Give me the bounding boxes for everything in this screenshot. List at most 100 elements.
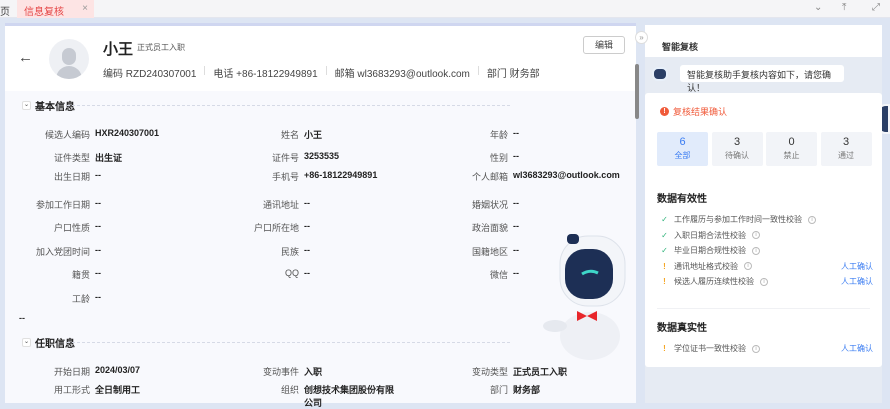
check-label: 入职日期合法性校验 [674,230,746,240]
divider [67,342,510,343]
field-label: 变动类型 [471,367,508,377]
field-label: 证件号 [271,153,299,163]
info-icon[interactable]: i [752,246,760,255]
phone: 电话 +86-18122949891 [213,69,318,80]
check-item: ! 学位证书一致性校验 i 人工确认 [661,343,873,354]
trailing-value: -- [19,313,25,323]
check-icon: ✓ [661,215,668,224]
stat-count: 0 [788,136,795,148]
check-item: ! 候选人履历连续性校验 i 人工确认 [661,276,873,287]
close-icon[interactable]: × [82,3,88,14]
check-icon: ✓ [661,230,668,240]
scrollbar[interactable] [635,64,639,119]
divider [67,105,510,106]
field-label: 加入党团时间 [35,247,90,257]
warning-icon: ! [663,277,666,286]
field-label: 用工形式 [53,385,90,395]
stat-label: 禁止 [783,151,800,160]
field-value: -- [304,268,310,278]
review-card: ! 复核结果确认 6 全部 3 待确认 0 禁止 3 通过 数据有效性 ✓ 工作履历与参加工作时间… [645,93,882,367]
stat-filter-1[interactable]: 3 待确认 [711,132,763,166]
tab-label: 信息复核 [24,7,64,18]
validity-title: 数据有效性 [657,194,707,205]
department: 部门 财务部 [486,69,540,80]
check-label: 工作履历与参加工作时间一致性校验 [674,215,802,224]
check-item: ! 通讯地址格式校验 i 人工确认 [661,261,873,272]
field-value: 正式员工入职 [513,367,568,377]
field-label: 国籍地区 [471,247,508,257]
stat-label: 通过 [838,151,854,160]
field-label: 政治面貌 [471,223,508,233]
field-value: 全日制用工 [95,385,141,395]
stat-filter-2[interactable]: 0 禁止 [766,132,817,166]
stat-filter-0[interactable]: 6 全部 [657,132,708,166]
info-icon[interactable]: i [744,262,752,270]
manual-confirm-link[interactable]: 人工确认 [841,261,873,272]
info-icon[interactable]: i [752,344,760,353]
divider [657,308,870,309]
field-value: -- [513,151,519,161]
info-icon[interactable]: i [808,215,816,224]
manual-confirm-link[interactable]: 人工确认 [841,276,873,287]
tab-home[interactable]: 页 [0,3,10,18]
stat-count: 3 [842,136,850,148]
robot-mascot-icon [543,234,626,360]
field-value: -- [513,198,519,208]
smart-review-panel: 智能复核 » 智能复核助手复核内容如下，请您确认！ ! 复核结果确认 6 全部 3 待确… [635,25,882,403]
check-item: ✓ 入职日期合法性校验 i [661,230,873,241]
check-item: ✓ 毕业日期合规性校验 i [661,245,873,256]
field-value: 财务部 [513,385,541,395]
field-value: -- [95,198,101,208]
field-value: +86-18122949891 [304,170,378,180]
manual-confirm-link[interactable]: 人工确认 [841,343,873,354]
field-value: -- [304,198,310,208]
field-value: -- [304,245,310,255]
review-alert: ! 复核结果确认 [660,105,727,118]
field-label: 出生日期 [53,172,90,182]
field-label: 个人邮箱 [471,172,508,182]
review-header: 智能复核 [645,25,882,57]
field-value: 入职 [304,367,323,377]
employee-type: 正式员工入职 [137,43,185,52]
fullscreen-icon[interactable]: ⤢ [872,2,880,13]
alert-text: 复核结果确认 [673,107,728,117]
authenticity-title: 数据真实性 [657,323,707,334]
check-item: ✓ 工作履历与参加工作时间一致性校验 i [661,214,873,225]
field-label: 民族 [280,247,299,257]
field-value: 2024/03/07 [95,365,141,375]
back-arrow-icon[interactable]: ← [18,49,33,66]
field-value: -- [95,292,101,302]
field-value: HXR240307001 [95,128,160,138]
field-label: 部门 [489,385,508,395]
upload-icon[interactable]: ⤒ [842,2,846,13]
field-value: -- [304,221,310,231]
warning-icon: ! [663,261,666,271]
stat-filter-3[interactable]: 3 通过 [820,132,872,166]
code: 编码 RZD240307001 [103,69,197,80]
chevron-down-icon: ⌄ [22,101,31,110]
profile-header: ← 小王 正式员工入职 编码 RZD240307001 电话 +86-18122… [5,26,636,91]
stat-label: 待确认 [725,151,749,160]
info-icon[interactable]: i [760,277,768,286]
info-icon[interactable]: i [752,231,760,239]
field-value: -- [95,170,101,180]
chevron-down-icon[interactable]: ⌄ [814,2,822,13]
field-label: 工龄 [71,294,90,304]
check-label: 学位证书一致性校验 [674,344,746,353]
tab-bar: 页 信息复核 × ⌄ ⤒ ⤢ [0,0,890,18]
field-value: -- [95,268,101,278]
tab-info-review[interactable]: 信息复核 × [17,0,94,18]
field-value: -- [513,221,519,231]
collapse-icon[interactable]: » [635,31,648,44]
avatar [49,39,89,79]
field-label: QQ [284,268,299,278]
profile-meta: 编码 RZD240307001 电话 +86-18122949891 邮箱 wl… [103,65,540,80]
field-label: 开始日期 [53,367,90,377]
field-label: 证件类型 [53,153,90,163]
field-label: 户口性质 [53,223,90,233]
check-label: 毕业日期合规性校验 [674,246,746,255]
field-label: 组织 [280,385,299,395]
field-label: 微信 [489,270,508,280]
field-value: -- [95,245,101,255]
edit-button[interactable]: 编辑 [583,36,625,54]
